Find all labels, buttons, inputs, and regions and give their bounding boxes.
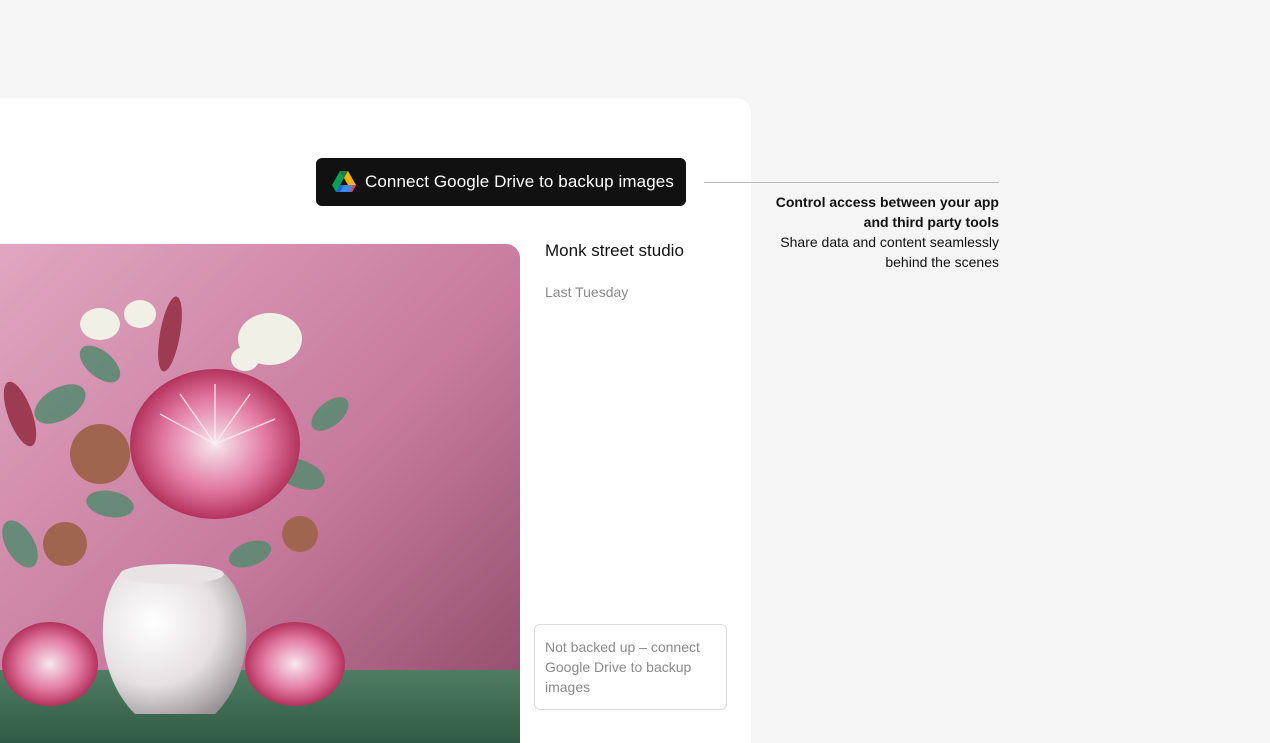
canvas: Connect Google Drive to backup images Mo… xyxy=(0,0,1270,743)
google-drive-icon xyxy=(332,171,356,193)
image-card: Connect Google Drive to backup images Mo… xyxy=(0,98,751,743)
callout-body: Share data and content seamlessly behind… xyxy=(780,234,999,270)
callout-divider xyxy=(704,182,999,183)
flower-vase-photo[interactable] xyxy=(0,244,520,743)
connect-button-label: Connect Google Drive to backup images xyxy=(365,172,674,191)
connect-google-drive-button[interactable]: Connect Google Drive to backup images xyxy=(316,158,686,206)
item-title: Monk street studio xyxy=(545,241,684,260)
item-date: Last Tuesday xyxy=(545,284,629,300)
callout-heading: Control access between your app and thir… xyxy=(775,194,999,230)
callout: Control access between your app and thir… xyxy=(760,192,999,272)
backup-status-note: Not backed up – connect Google Drive to … xyxy=(534,624,727,710)
